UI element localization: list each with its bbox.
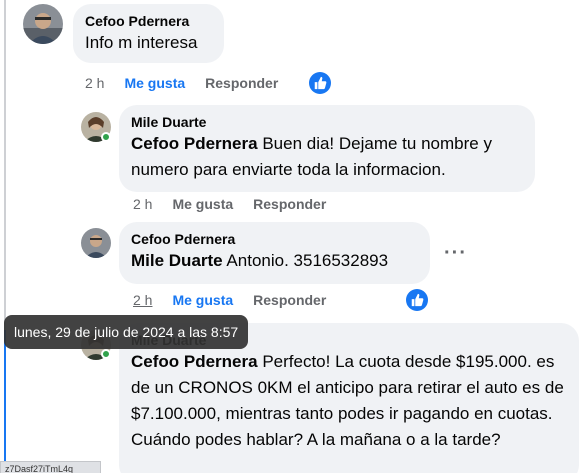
reply-button[interactable]: Responder xyxy=(205,75,278,91)
comment-bubble: Cefoo Pdernera Mile Duarte Antonio. 3516… xyxy=(119,222,430,284)
mention-link[interactable]: Mile Duarte xyxy=(131,251,223,270)
comment-author[interactable]: Cefoo Pdernera xyxy=(85,12,212,30)
thread-line-active xyxy=(4,330,6,473)
avatar[interactable] xyxy=(81,228,111,258)
like-button[interactable]: Me gusta xyxy=(124,75,185,91)
comment-text: Cefoo Pdernera Perfecto! La cuota desde … xyxy=(131,349,571,453)
comment-body: Antonio. 3516532893 xyxy=(222,251,389,270)
comment-text: Mile Duarte Antonio. 3516532893 xyxy=(131,248,418,274)
comment-text: Cefoo Pdernera Buen dia! Dejame tu nombr… xyxy=(131,131,523,183)
comment-actions: 2 h Me gusta Responder xyxy=(133,196,326,212)
thread-line xyxy=(4,0,6,330)
comment-bubble: Mile Duarte Cefoo Pdernera Buen dia! Dej… xyxy=(119,105,535,192)
comment-author[interactable]: Mile Duarte xyxy=(131,113,523,131)
online-status-icon xyxy=(101,132,111,142)
more-horizontal-icon[interactable]: ··· xyxy=(444,243,467,263)
comment-timestamp[interactable]: 2 h xyxy=(133,196,152,212)
like-reaction-icon[interactable] xyxy=(406,289,428,311)
comment-text: Info m interesa xyxy=(85,33,198,52)
comment-author[interactable]: Cefoo Pdernera xyxy=(131,230,418,248)
comment-timestamp[interactable]: 2 h xyxy=(85,75,104,91)
comment-timestamp[interactable]: 2 h xyxy=(133,292,152,308)
online-status-icon xyxy=(101,349,111,359)
like-reaction-icon[interactable] xyxy=(309,72,331,94)
timestamp-tooltip: lunes, 29 de julio de 2024 a las 8:57 xyxy=(4,315,249,349)
status-url-bar: z7Dasf27iTmL4q xyxy=(0,461,101,473)
mention-link[interactable]: Cefoo Pdernera xyxy=(131,352,258,371)
comment-actions: 2 h Me gusta Responder xyxy=(85,75,278,91)
mention-link[interactable]: Cefoo Pdernera xyxy=(131,134,258,153)
like-button[interactable]: Me gusta xyxy=(172,196,233,212)
reply-button[interactable]: Responder xyxy=(253,292,326,308)
reply-button[interactable]: Responder xyxy=(253,196,326,212)
like-button[interactable]: Me gusta xyxy=(172,292,233,308)
comment-actions: 2 h Me gusta Responder xyxy=(133,292,326,308)
avatar[interactable] xyxy=(23,4,63,44)
comment-bubble: Cefoo Pdernera Info m interesa xyxy=(73,4,224,63)
